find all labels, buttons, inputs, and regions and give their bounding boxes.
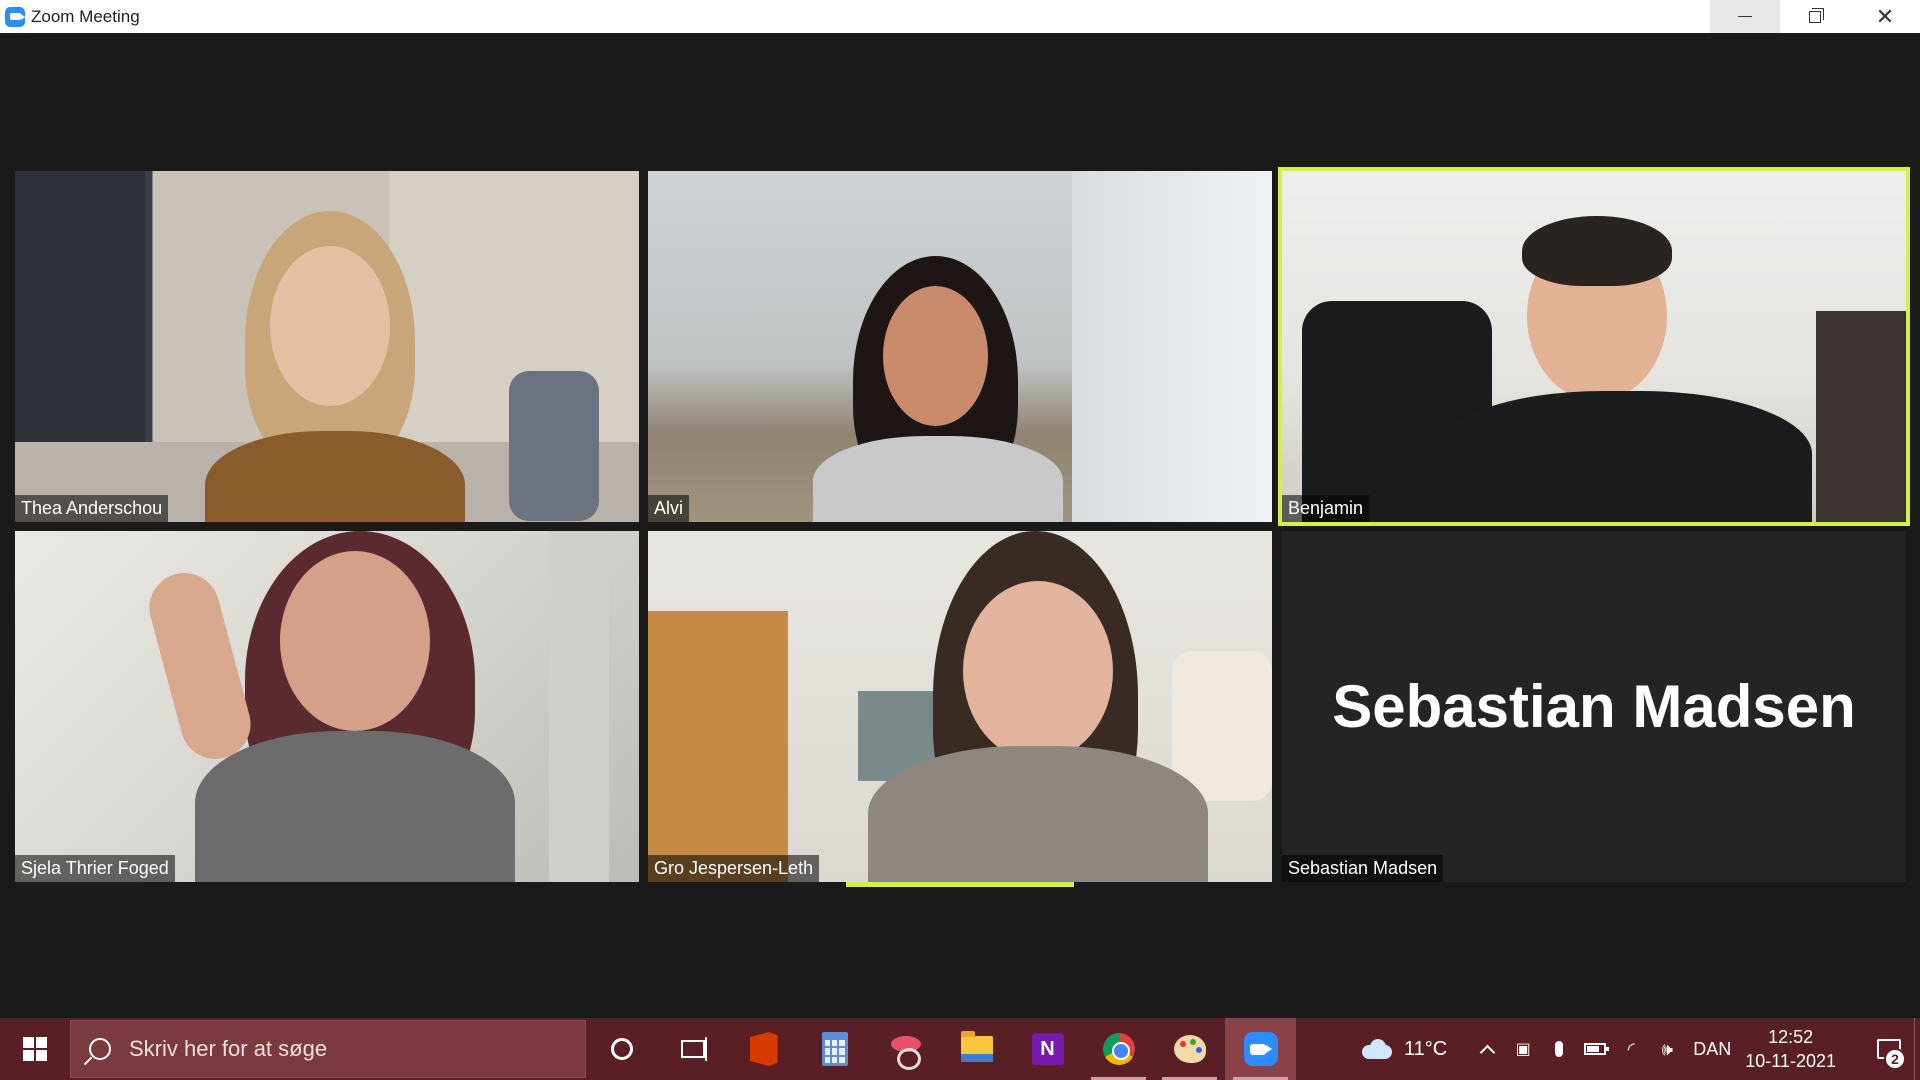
start-button[interactable] [0, 1018, 70, 1080]
office-icon [749, 1032, 778, 1066]
participant-tile[interactable]: Sebastian Madsen Sebastian Madsen [1282, 531, 1906, 882]
windows-logo-icon [23, 1037, 47, 1061]
cortana-icon [610, 1038, 633, 1060]
office-app[interactable] [728, 1018, 799, 1080]
network-button[interactable]: ◜ [1613, 1018, 1649, 1080]
task-view-button[interactable] [657, 1018, 728, 1080]
participant-name: Sjela Thrier Foged [15, 855, 175, 882]
paint-app[interactable] [1154, 1018, 1225, 1080]
system-tray: 11°C ▣ ◜ 🕪 DAN 12:52 10-11-2021 2 [1362, 1018, 1920, 1080]
participant-video [15, 171, 639, 522]
battery-icon [1584, 1043, 1610, 1055]
weather-temperature: 11°C [1404, 1037, 1448, 1060]
file-explorer-icon [960, 1031, 993, 1062]
microphone-icon [1555, 1041, 1564, 1057]
participant-tile[interactable]: Gro Jespersen-Leth [648, 531, 1272, 882]
calculator-app[interactable] [799, 1018, 870, 1080]
snip-sketch-icon [889, 1034, 923, 1070]
participant-video [648, 171, 1272, 522]
battery-button[interactable] [1577, 1018, 1613, 1080]
clock-time: 12:52 [1768, 1027, 1814, 1047]
show-hidden-icons-button[interactable] [1469, 1018, 1505, 1080]
search-placeholder: Skriv her for at søge [129, 1036, 328, 1061]
participant-tile[interactable]: Sjela Thrier Foged [15, 531, 639, 882]
calculator-icon [821, 1032, 848, 1066]
participant-name: Alvi [648, 495, 690, 522]
zoom-app[interactable] [1225, 1018, 1296, 1080]
show-desktop-button[interactable] [1914, 1018, 1920, 1080]
participant-name: Gro Jespersen-Leth [648, 855, 820, 882]
onenote-app[interactable]: N [1012, 1018, 1083, 1080]
chevron-up-icon [1479, 1044, 1496, 1060]
speaker-icon: 🕪 [1661, 1038, 1673, 1059]
meet-now-button[interactable]: ▣ [1505, 1018, 1541, 1080]
language-indicator[interactable]: DAN [1693, 1039, 1731, 1060]
minimize-button[interactable] [1710, 0, 1780, 33]
participant-name: Thea Anderschou [15, 495, 169, 522]
participant-tile-active-speaker[interactable]: Benjamin [1278, 167, 1910, 526]
weather-widget[interactable]: 11°C [1362, 1038, 1447, 1061]
onenote-icon: N [1031, 1033, 1064, 1065]
restore-icon [1809, 7, 1824, 23]
window-title: Zoom Meeting [31, 6, 140, 26]
close-button[interactable]: ✕ [1850, 0, 1920, 33]
paint-icon [1173, 1035, 1206, 1063]
chrome-icon [1102, 1033, 1135, 1065]
file-explorer-app[interactable] [941, 1018, 1012, 1080]
restore-button[interactable] [1780, 0, 1850, 33]
participant-tile[interactable]: Alvi [648, 171, 1272, 522]
participant-video [15, 531, 639, 882]
title-bar: Zoom Meeting ✕ [0, 0, 1920, 33]
wifi-icon: ◜ [1627, 1038, 1635, 1059]
close-icon: ✕ [1875, 3, 1895, 29]
participant-name: Benjamin [1282, 495, 1370, 522]
taskbar-search-box[interactable]: Skriv her for at søge [70, 1020, 586, 1078]
speaking-indicator [846, 882, 1074, 887]
gallery-view: Thea Anderschou Alvi Benjamin Sjela Thri… [0, 33, 1920, 1018]
participant-video [648, 531, 1272, 882]
participant-video [1282, 171, 1906, 522]
microphone-button[interactable] [1541, 1018, 1577, 1080]
zoom-logo-icon [5, 6, 25, 27]
participant-tile[interactable]: Thea Anderschou [15, 171, 639, 522]
action-center-button[interactable]: 2 [1864, 1018, 1914, 1080]
window-controls: ✕ [1710, 0, 1920, 33]
volume-button[interactable]: 🕪 [1649, 1018, 1685, 1080]
windows-taskbar: Skriv her for at søge N 11°C ▣ ◜ 🕪 DAN 1… [0, 1018, 1920, 1080]
chrome-app[interactable] [1083, 1018, 1154, 1080]
cortana-button[interactable] [586, 1018, 657, 1080]
notification-count-badge: 2 [1884, 1048, 1906, 1070]
clock[interactable]: 12:52 10-11-2021 [1745, 1025, 1836, 1073]
participant-name-placeholder: Sebastian Madsen [1332, 673, 1856, 740]
minimize-icon [1738, 16, 1752, 17]
task-view-icon [680, 1037, 707, 1061]
zoom-icon [1243, 1032, 1278, 1066]
clock-date: 10-11-2021 [1745, 1051, 1836, 1071]
snip-sketch-app[interactable] [870, 1018, 941, 1080]
participant-name: Sebastian Madsen [1282, 855, 1444, 882]
camera-icon: ▣ [1515, 1041, 1531, 1058]
cloud-icon [1362, 1039, 1394, 1059]
search-icon [89, 1038, 111, 1060]
